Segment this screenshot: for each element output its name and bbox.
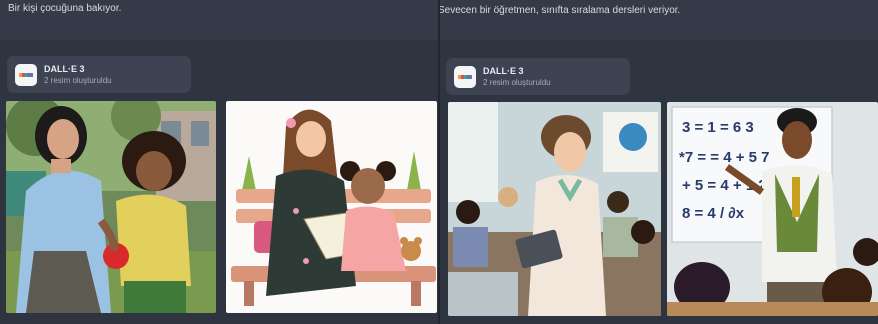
whiteboard-line-2: *7 = = 4 + 5 7: [679, 149, 770, 166]
generated-image-3[interactable]: [448, 102, 661, 316]
generated-image-4[interactable]: 3 = 1 = 6 3 *7 = = 4 + 5 7 + 5 = 4 + 1 2…: [667, 102, 878, 316]
tool-subtitle: 2 resim oluşturuldu: [44, 76, 112, 85]
conversation-panel-right: Sevecen bir öğretmen, sınıfta sıralama d…: [440, 0, 878, 324]
tool-name: DALL·E 3: [483, 66, 524, 76]
tool-name: DALL·E 3: [44, 64, 85, 74]
dalle-tool-card[interactable]: DALL·E 3 2 resim oluşturuldu: [7, 56, 191, 93]
whiteboard-line-4: 8 = 4 / ∂x: [682, 205, 745, 222]
generated-image-2[interactable]: [226, 101, 437, 313]
tool-subtitle: 2 resim oluşturuldu: [483, 78, 551, 87]
user-prompt-bar: Sevecen bir öğretmen, sınıfta sıralama d…: [440, 0, 878, 40]
user-prompt-text: Sevecen bir öğretmen, sınıfta sıralama d…: [440, 5, 681, 16]
whiteboard-line-1: 3 = 1 = 6 3: [682, 119, 754, 136]
user-prompt-text: Bir kişi çocuğuna bakıyor.: [8, 3, 122, 14]
dalle-logo-icon: [454, 66, 476, 88]
user-prompt-bar: Bir kişi çocuğuna bakıyor.: [0, 0, 438, 40]
dalle-logo-icon: [15, 64, 37, 86]
dalle-tool-card[interactable]: DALL·E 3 2 resim oluşturuldu: [446, 58, 630, 95]
generated-image-1[interactable]: [6, 101, 216, 313]
conversation-panel-left: Bir kişi çocuğuna bakıyor. DALL·E 3 2 re…: [0, 0, 438, 324]
